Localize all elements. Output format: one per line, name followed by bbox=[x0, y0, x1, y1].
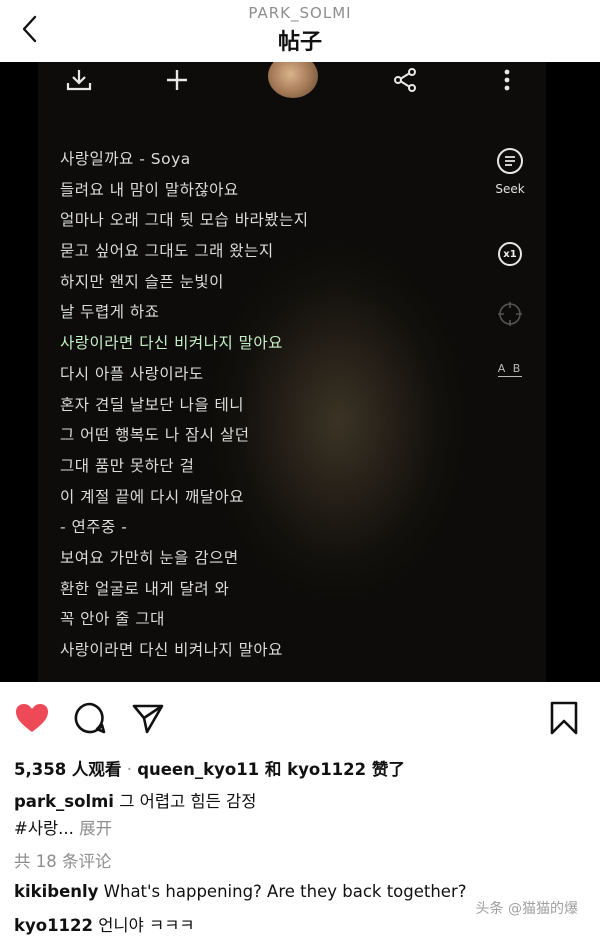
share-button[interactable] bbox=[128, 698, 168, 738]
header-username: PARK_SOLMI bbox=[248, 4, 352, 22]
ab-label: A B bbox=[497, 362, 523, 377]
lyric-line: 사랑이라면 다신 비켜나지 말아요 bbox=[60, 641, 283, 659]
speed-icon: x1 bbox=[498, 242, 522, 266]
like-button[interactable] bbox=[12, 698, 52, 738]
share-icon bbox=[388, 64, 422, 96]
ab-repeat-control: A B bbox=[486, 362, 534, 377]
comment-username[interactable]: kikibenly bbox=[14, 882, 98, 901]
plus-icon bbox=[160, 64, 194, 96]
seek-icon bbox=[497, 148, 523, 174]
caption-username[interactable]: park_solmi bbox=[14, 792, 114, 811]
lyric-line: 그 어떤 행복도 나 잠시 살던 bbox=[60, 426, 250, 445]
lyric-line-current: 사랑이라면 다신 비켜나지 말아요 bbox=[60, 334, 283, 353]
lyric-line: 얼마나 오래 그대 뒷 모습 바라봤는지 bbox=[60, 211, 309, 230]
lyrics-list: 사랑일까요 - Soya 들려요 내 맘이 말하잖아요 얼마나 오래 그대 뒷 … bbox=[60, 144, 480, 666]
avatar bbox=[268, 62, 318, 98]
comment-item: kikibenly What's happening? Are they bac… bbox=[14, 882, 467, 901]
target-control bbox=[486, 300, 534, 328]
view-all-comments[interactable]: 共 18 条评论 bbox=[14, 848, 112, 872]
stats-line: 5,358 人观看 · queen_kyo11 和 kyo1122 赞了 bbox=[14, 756, 405, 780]
lyric-line: - 연주중 - bbox=[60, 518, 128, 537]
lyric-line: 꼭 안아 줄 그대 bbox=[60, 610, 165, 629]
expand-link[interactable]: 展开 bbox=[79, 819, 112, 838]
lyric-line: 이 계절 끝에 다시 깨달아요 bbox=[60, 487, 245, 506]
more-vertical-icon bbox=[490, 64, 524, 96]
watermark: 头条 @猫猫的爆 bbox=[475, 901, 578, 917]
liked-by[interactable]: queen_kyo11 和 kyo1122 赞了 bbox=[137, 760, 405, 779]
crosshair-icon bbox=[498, 302, 522, 326]
comment-item: kyo1122 언니야 ㅋㅋㅋ bbox=[14, 912, 195, 936]
phone-screenshot: 사랑일까요 - Soya 들려요 내 맘이 말하잖아요 얼마나 오래 그대 뒷 … bbox=[38, 62, 546, 682]
action-bar bbox=[0, 690, 600, 742]
comment-icon bbox=[74, 702, 106, 734]
send-icon bbox=[132, 704, 164, 734]
view-count: 5,358 人观看 bbox=[14, 760, 122, 779]
seek-label: Seek bbox=[495, 182, 525, 196]
lyric-line: 혼자 견딜 날보단 나을 테니 bbox=[60, 395, 245, 414]
lyric-line: 환한 얼굴로 내게 달려 와 bbox=[60, 579, 230, 598]
heart-icon bbox=[16, 704, 48, 732]
separator-dot: · bbox=[126, 760, 132, 779]
page-title: 帖子 bbox=[277, 30, 322, 55]
lyric-line: 그대 품만 못하단 걸 bbox=[60, 456, 195, 475]
comment-text: What's happening? Are they back together… bbox=[103, 882, 467, 901]
seek-control: Seek bbox=[486, 148, 534, 196]
caption: park_solmi 그 어렵고 힘든 감정 bbox=[14, 788, 256, 812]
lyric-line: 날 두렵게 하죠 bbox=[60, 303, 160, 322]
caption-text: 그 어렵고 힘든 감정 bbox=[119, 792, 257, 811]
lyric-line: 보여요 가만히 눈을 감으면 bbox=[60, 548, 239, 567]
lyric-line: 다시 아플 사랑이라도 bbox=[60, 364, 204, 383]
speed-control: x1 bbox=[486, 242, 534, 266]
lyric-line: 들려요 내 맘이 말하잖아요 bbox=[60, 180, 239, 199]
hashtag[interactable]: #사랑... bbox=[14, 819, 74, 838]
post-header: PARK_SOLMI 帖子 bbox=[0, 0, 600, 62]
bookmark-button[interactable] bbox=[544, 698, 584, 738]
lyric-line: 하지만 왠지 슬픈 눈빛이 bbox=[60, 272, 224, 291]
bookmark-icon bbox=[550, 701, 578, 735]
download-icon bbox=[62, 64, 96, 96]
caption-tag-line: #사랑... 展开 bbox=[14, 815, 112, 839]
lyric-line: 묻고 싶어요 그대도 그래 왔는지 bbox=[60, 242, 274, 261]
comment-username[interactable]: kyo1122 bbox=[14, 916, 93, 935]
player-top-bar bbox=[38, 62, 546, 102]
comment-button[interactable] bbox=[70, 698, 110, 738]
comment-text: 언니야 ㅋㅋㅋ bbox=[98, 916, 195, 935]
post-media[interactable]: 사랑일까요 - Soya 들려요 내 맘이 말하잖아요 얼마나 오래 그대 뒷 … bbox=[0, 62, 600, 682]
lyric-line: 사랑일까요 - Soya bbox=[60, 150, 191, 168]
